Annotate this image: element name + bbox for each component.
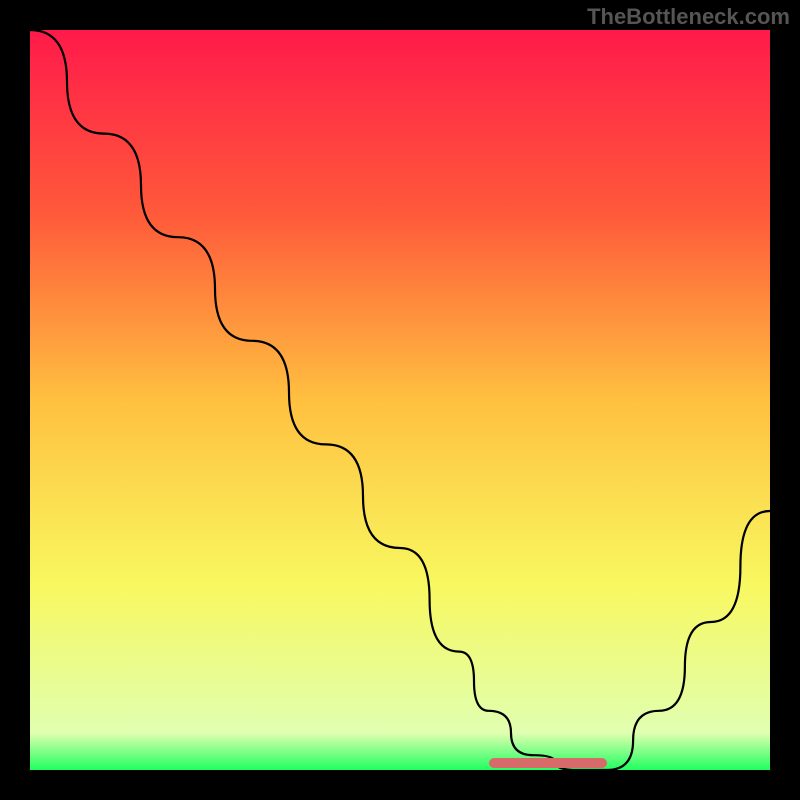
- chart-canvas: [30, 30, 770, 770]
- optimal-range-marker: [489, 758, 607, 768]
- bottleneck-curve: [30, 30, 770, 770]
- watermark-text: TheBottleneck.com: [587, 4, 790, 30]
